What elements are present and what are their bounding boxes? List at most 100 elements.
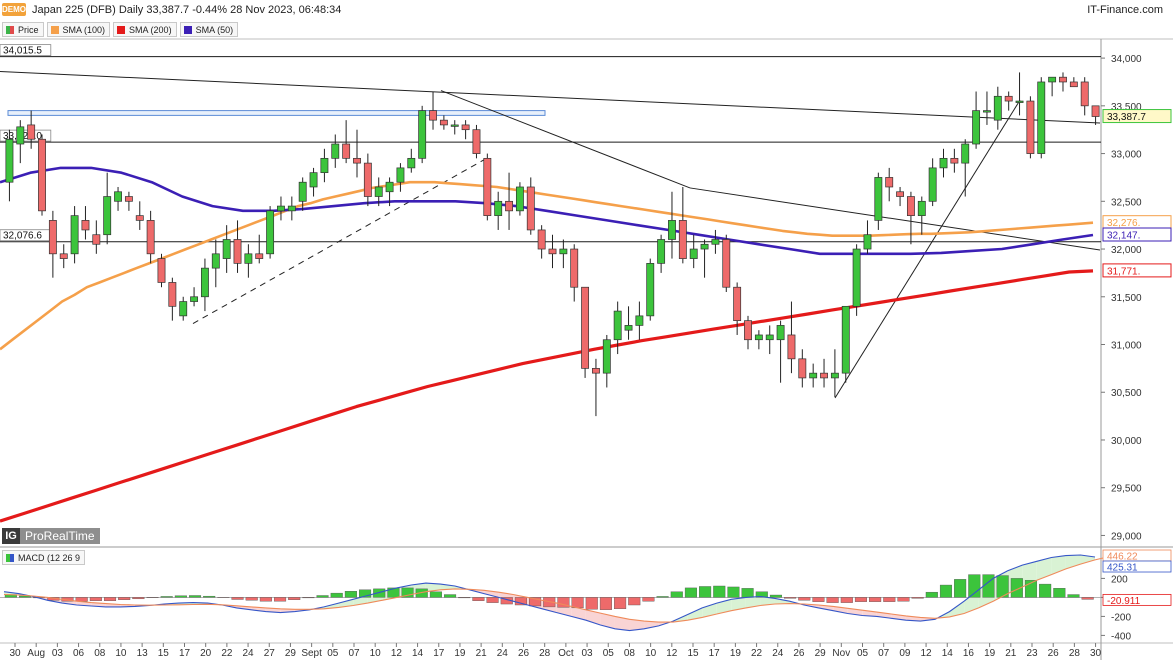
candle-body: [852, 248, 861, 307]
x-tick-label: 09: [899, 648, 911, 659]
candle-body: [233, 239, 242, 264]
candle-body: [385, 181, 394, 193]
y-tick-label: 29,000: [1111, 531, 1142, 542]
macd-histogram-bar: [486, 597, 499, 603]
x-tick-label: 15: [687, 648, 699, 659]
x-tick-label: 05: [327, 648, 339, 659]
macd-histogram-bar: [75, 597, 88, 602]
macd-histogram-bar: [642, 597, 655, 602]
candle-body: [896, 191, 904, 197]
legend-item-macd[interactable]: MACD (12 26 9: [2, 550, 86, 565]
value-tag-label: 32,147.: [1107, 231, 1140, 242]
candle-body: [461, 124, 470, 131]
x-tick-label: 27: [264, 648, 276, 659]
macd-histogram-bar: [599, 597, 612, 610]
candle-body: [505, 200, 513, 212]
candle-body: [222, 239, 231, 259]
x-tick-label: 08: [94, 648, 106, 659]
candle-body: [776, 325, 785, 341]
x-tick-label: 26: [793, 648, 805, 659]
candle-body: [179, 301, 188, 317]
value-tag-label: 31,771.: [1107, 266, 1140, 277]
macd-histogram-bar: [245, 597, 258, 601]
macd-histogram-bar: [330, 592, 343, 598]
candle-body: [190, 296, 199, 302]
macd-histogram-bar: [103, 597, 117, 601]
candle-body: [298, 181, 307, 202]
y-tick-label: 32,500: [1111, 197, 1142, 208]
x-tick-label: 10: [370, 648, 382, 659]
candle-body: [1059, 76, 1067, 83]
x-tick-label: 29: [815, 648, 827, 659]
candle-body: [114, 191, 122, 202]
candle-body: [906, 196, 915, 216]
macd-histogram-bar: [118, 597, 131, 600]
candle-body: [48, 220, 57, 255]
macd-histogram-bar: [174, 595, 187, 598]
candle-body: [993, 95, 1002, 121]
candle-body: [418, 110, 427, 159]
macd-histogram-bar: [1039, 583, 1052, 598]
y-tick-label: 30,500: [1111, 388, 1142, 399]
candle-body: [266, 210, 275, 255]
x-tick-label: 17: [433, 648, 445, 659]
x-tick-label: 24: [772, 648, 784, 659]
candle-body: [798, 358, 807, 379]
value-tag-label: 33,387.7: [1107, 112, 1146, 123]
candle-body: [81, 220, 90, 231]
prorealtime-logo: IG ProRealTime: [2, 527, 100, 544]
macd-histogram-bar: [274, 597, 287, 602]
candle-body: [70, 215, 79, 255]
candle-body: [396, 167, 405, 183]
candle-body: [1080, 81, 1089, 107]
x-tick-label: 21: [1005, 648, 1017, 659]
macd-histogram-bar: [798, 597, 811, 601]
candle-body: [38, 138, 46, 212]
candle-body: [450, 124, 459, 127]
candle-body: [277, 205, 285, 212]
x-tick-label: 21: [476, 648, 488, 659]
candle-body: [678, 220, 687, 259]
macd-histogram-bar: [769, 594, 782, 598]
macd-histogram-bar: [1053, 588, 1066, 598]
candle-body: [135, 215, 144, 221]
candle-body: [733, 286, 742, 321]
macd-swatch-icon: [6, 553, 14, 562]
candle-body: [201, 267, 209, 298]
x-tick-label: 19: [454, 648, 466, 659]
candle-body: [787, 334, 796, 360]
x-tick-label: 26: [1048, 648, 1060, 659]
macd-histogram-bar: [954, 579, 967, 598]
candle-body: [353, 157, 361, 164]
x-tick-label: 20: [200, 648, 212, 659]
candle-body: [309, 172, 318, 188]
macd-histogram-bar: [288, 597, 301, 600]
macd-value-tag-label: 425.31: [1107, 563, 1138, 574]
y-tick-label: 31,000: [1111, 341, 1142, 352]
macd-histogram-bar: [203, 595, 216, 598]
candle-body: [689, 248, 698, 259]
candle-body: [331, 143, 340, 159]
x-tick-label: 30: [1090, 648, 1102, 659]
candle-body: [928, 167, 937, 202]
candle-body: [570, 248, 579, 288]
candle-body: [972, 110, 981, 145]
x-tick-label: 05: [603, 648, 615, 659]
macd-histogram-bar: [670, 591, 683, 598]
candle-body: [342, 143, 351, 159]
y-tick-label: 30,000: [1111, 436, 1142, 447]
x-tick-label: 16: [963, 648, 975, 659]
x-tick-label: 29: [285, 648, 297, 659]
macd-histogram-bar: [699, 586, 712, 598]
candle-body: [1004, 95, 1013, 102]
x-tick-label: 03: [582, 648, 594, 659]
macd-histogram-bar: [741, 588, 754, 598]
x-tick-label: 24: [497, 648, 509, 659]
x-tick-label: 28: [539, 648, 551, 659]
candle-body: [1026, 100, 1035, 154]
candle-body: [16, 126, 25, 145]
price-chart[interactable]: 34,00033,50033,00032,50032,00031,50031,0…: [0, 0, 1173, 660]
macd-histogram-bar: [444, 594, 457, 598]
candle-body: [494, 200, 503, 216]
candle-body: [863, 234, 872, 250]
